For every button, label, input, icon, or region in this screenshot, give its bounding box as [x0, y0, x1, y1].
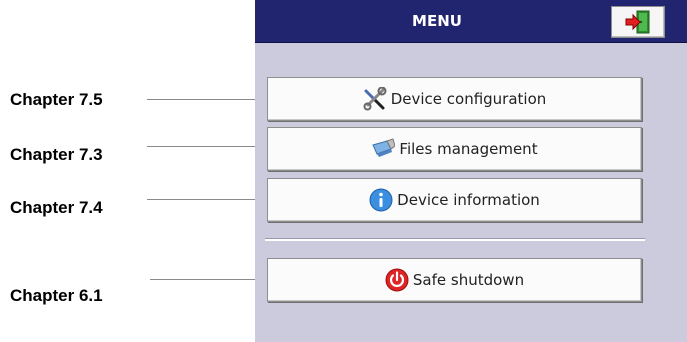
safe-shutdown-label: Safe shutdown	[412, 271, 525, 289]
info-icon	[369, 188, 393, 212]
device-screen: MENU Device configuration Files manageme…	[255, 0, 687, 342]
files-management-label: Files management	[399, 140, 538, 158]
chapter-label-device-information: Chapter 7.4	[10, 198, 103, 217]
exit-door-icon	[625, 10, 650, 34]
device-information-button[interactable]: Device information	[267, 178, 642, 222]
device-information-label: Device information	[397, 191, 540, 209]
chapter-label-files-management: Chapter 7.3	[10, 145, 103, 164]
device-configuration-label: Device configuration	[390, 90, 547, 108]
chapter-label-device-configuration: Chapter 7.5	[10, 90, 103, 109]
chapter-label-safe-shutdown: Chapter 6.1	[10, 286, 103, 305]
menu-header: MENU	[255, 0, 687, 43]
usb-drive-icon	[372, 138, 396, 157]
safe-shutdown-button[interactable]: Safe shutdown	[267, 258, 642, 302]
menu-title: MENU	[412, 12, 462, 30]
menu-divider	[265, 238, 645, 241]
files-management-button[interactable]: Files management	[267, 127, 642, 171]
exit-button[interactable]	[611, 6, 665, 38]
wrench-screwdriver-icon	[363, 87, 387, 111]
power-icon	[385, 268, 409, 292]
device-configuration-button[interactable]: Device configuration	[267, 77, 642, 121]
